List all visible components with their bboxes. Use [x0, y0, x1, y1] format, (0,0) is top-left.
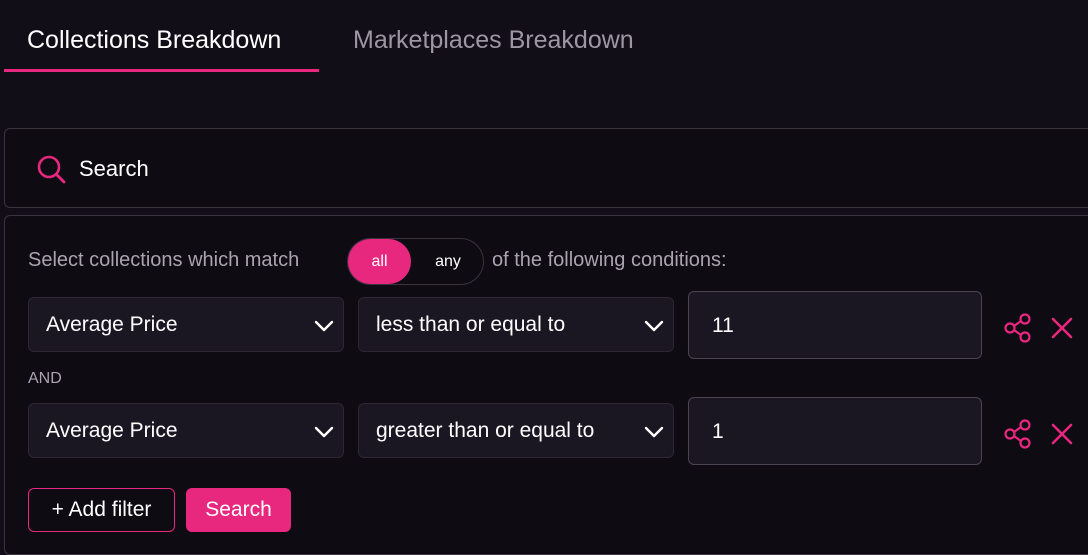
match-option-any[interactable]: any — [418, 239, 478, 284]
condition-2-value-input[interactable]: 1 — [688, 397, 982, 465]
tab-bar: Collections Breakdown Marketplaces Break… — [0, 0, 1088, 74]
tab-collections-breakdown[interactable]: Collections Breakdown — [27, 26, 281, 55]
conjunction-label: AND — [28, 370, 62, 387]
match-prefix-text: Select collections which match — [28, 249, 300, 271]
active-tab-indicator — [4, 69, 319, 72]
condition-1-field-value: Average Price — [46, 313, 178, 336]
tab-marketplaces-breakdown[interactable]: Marketplaces Breakdown — [353, 26, 634, 55]
share-icon[interactable] — [1002, 312, 1034, 344]
search-button[interactable]: Search — [186, 488, 291, 532]
condition-2-field-select[interactable]: Average Price — [28, 403, 344, 458]
condition-1-operator-value: less than or equal to — [376, 313, 566, 336]
match-suffix-text: of the following conditions: — [492, 249, 727, 271]
condition-1-value-input[interactable]: 11 — [688, 291, 982, 359]
share-icon[interactable] — [1002, 418, 1034, 450]
search-icon — [37, 155, 66, 184]
chevron-down-icon — [314, 426, 334, 438]
close-icon[interactable] — [1046, 312, 1078, 344]
condition-1-field-select[interactable]: Average Price — [28, 297, 344, 352]
search-bar[interactable]: Search — [4, 128, 1088, 208]
close-icon[interactable] — [1046, 418, 1078, 450]
chevron-down-icon — [314, 320, 334, 332]
search-label: Search — [79, 156, 149, 181]
condition-1-value: 11 — [712, 314, 734, 337]
condition-2-value: 1 — [712, 420, 724, 443]
match-toggle: all any — [347, 238, 484, 285]
chevron-down-icon — [644, 320, 664, 332]
add-filter-button[interactable]: + Add filter — [28, 488, 175, 532]
condition-1-operator-select[interactable]: less than or equal to — [358, 297, 674, 352]
condition-2-operator-select[interactable]: greater than or equal to — [358, 403, 674, 458]
condition-2-field-value: Average Price — [46, 419, 178, 442]
chevron-down-icon — [644, 426, 664, 438]
condition-2-operator-value: greater than or equal to — [376, 419, 595, 442]
match-option-all[interactable]: all — [348, 239, 411, 284]
